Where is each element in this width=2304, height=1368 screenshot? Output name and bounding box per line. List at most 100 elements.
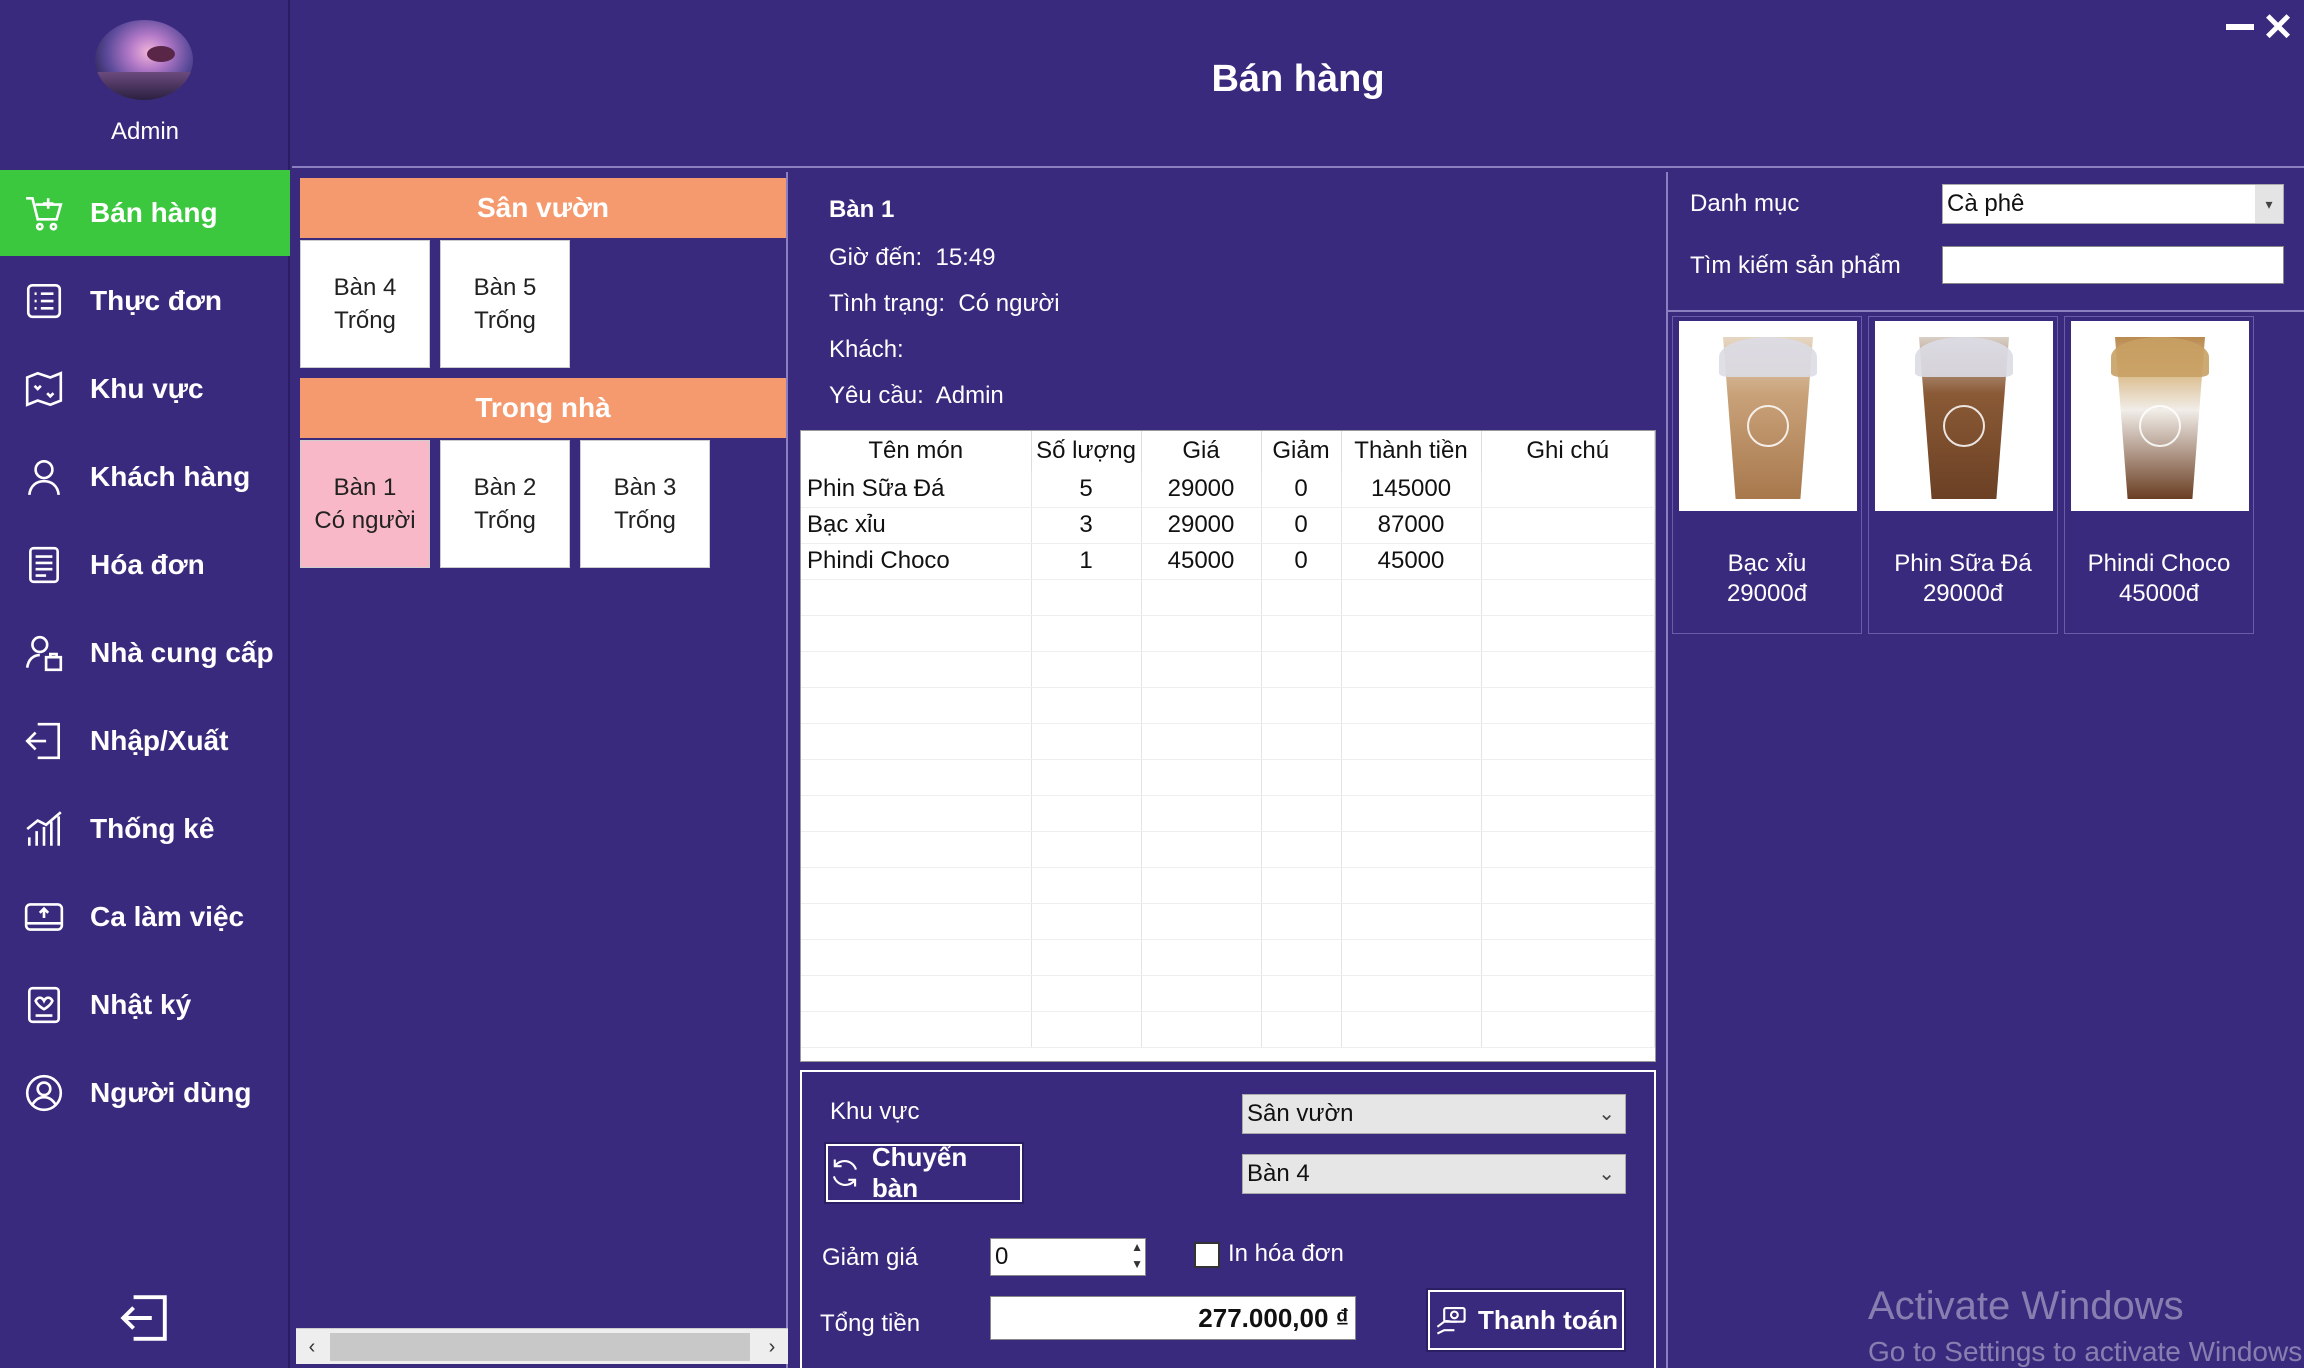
product-name: Bạc xỉu — [1727, 550, 1807, 577]
arrival-label: Giờ đến: — [829, 244, 923, 271]
chart-icon — [22, 807, 66, 851]
cell[interactable]: 5 — [1031, 471, 1142, 508]
cell[interactable] — [1481, 471, 1655, 508]
sidebar-item-nguoi-dung[interactable]: Người dùng — [0, 1050, 290, 1136]
product-label: Bạc xỉu 29000đ — [1673, 549, 1861, 609]
stepper-arrows-icon[interactable]: ▲ ▼ — [1131, 1239, 1143, 1273]
table-card-ban-1[interactable]: Bàn 1 Có người — [300, 440, 430, 568]
pay-button[interactable]: Thanh toán — [1426, 1288, 1626, 1352]
cell[interactable]: 0 — [1261, 543, 1342, 580]
table-row[interactable]: Phin Sữa Đá 5 29000 0 145000 — [801, 471, 1655, 508]
scroll-right-icon[interactable]: › — [756, 1331, 788, 1363]
product-card-phin-sua-da[interactable]: Phin Sữa Đá 29000đ — [1868, 316, 2058, 634]
avatar[interactable] — [95, 20, 193, 100]
transfer-table-select[interactable]: Bàn 4 ⌄ — [1242, 1154, 1626, 1194]
column-header[interactable]: Ghi chú — [1481, 431, 1655, 471]
table-row[interactable]: Phindi Choco 1 45000 0 45000 — [801, 543, 1655, 580]
column-header[interactable]: Giảm — [1261, 431, 1342, 471]
product-price: 45000đ — [2118, 580, 2200, 607]
cell[interactable]: Phin Sữa Đá — [801, 471, 1032, 508]
scroll-thumb[interactable] — [330, 1333, 750, 1361]
sidebar-item-nhat-ky[interactable]: Nhật ký — [0, 962, 290, 1048]
product-label: Phin Sữa Đá 29000đ — [1869, 549, 2057, 609]
sidebar-item-ban-hang[interactable]: Bán hàng — [0, 170, 290, 256]
sidebar-item-ca-lam-viec[interactable]: Ca làm việc — [0, 874, 290, 960]
divider — [1668, 310, 2304, 312]
sidebar-item-khu-vuc[interactable]: Khu vực — [0, 346, 290, 432]
sidebar-item-label: Nhập/Xuất — [90, 725, 229, 756]
order-request: Yêu cầu: Admin — [829, 382, 1004, 410]
total-field: 277.000,00 ₫ — [990, 1296, 1356, 1340]
product-label: Phindi Choco 45000đ — [2065, 549, 2253, 609]
cell[interactable]: 87000 — [1341, 507, 1482, 544]
table-status: Trống — [334, 307, 396, 334]
column-header[interactable]: Số lượng — [1031, 431, 1142, 471]
shift-icon — [22, 895, 66, 939]
empty-row — [801, 615, 1655, 652]
status-value: Có người — [958, 290, 1060, 317]
print-invoice-checkbox[interactable] — [1194, 1242, 1220, 1268]
sidebar-item-hoa-don[interactable]: Hóa đơn — [0, 522, 290, 608]
cell[interactable]: 45000 — [1141, 543, 1262, 580]
table-card-ban-5[interactable]: Bàn 5 Trống — [440, 240, 570, 368]
empty-row — [801, 939, 1655, 976]
close-icon[interactable]: ✕ — [2262, 9, 2294, 47]
transfer-area-label: Khu vực — [830, 1098, 920, 1125]
table-card-ban-3[interactable]: Bàn 3 Trống — [580, 440, 710, 568]
cell[interactable]: 29000 — [1141, 471, 1262, 508]
print-invoice-label: In hóa đơn — [1228, 1240, 1344, 1267]
table-card-ban-2[interactable]: Bàn 2 Trống — [440, 440, 570, 568]
chevron-down-icon: ▾ — [2255, 185, 2283, 223]
order-items-grid[interactable]: Tên món Số lượng Giá Giảm Thành tiền Ghi… — [800, 430, 1656, 1062]
person-icon — [22, 455, 66, 499]
discount-stepper[interactable]: 0 ▲ ▼ — [990, 1238, 1146, 1276]
table-status: Trống — [614, 507, 676, 534]
table-status: Trống — [474, 307, 536, 334]
product-image — [2071, 321, 2249, 511]
empty-row — [801, 831, 1655, 868]
cell[interactable]: 45000 — [1341, 543, 1482, 580]
cell[interactable] — [1481, 507, 1655, 544]
empty-row — [801, 867, 1655, 904]
transfer-area-select[interactable]: Sân vườn ⌄ — [1242, 1094, 1626, 1134]
product-search-input[interactable] — [1942, 246, 2284, 284]
scroll-left-icon[interactable]: ‹ — [296, 1331, 328, 1363]
map-icon — [22, 367, 66, 411]
product-image — [1875, 321, 2053, 511]
table-row[interactable]: Bạc xỉu 3 29000 0 87000 — [801, 507, 1655, 544]
sidebar-item-nha-cung-cap[interactable]: Nhà cung cấp — [0, 610, 290, 696]
minimize-icon[interactable] — [2226, 22, 2254, 32]
cell[interactable]: 0 — [1261, 471, 1342, 508]
page-title: Bán hàng — [1211, 58, 1385, 100]
logout-icon[interactable] — [118, 1292, 170, 1344]
cell[interactable]: 0 — [1261, 507, 1342, 544]
sidebar-item-thuc-don[interactable]: Thực đơn — [0, 258, 290, 344]
order-status: Tình trạng: Có người — [829, 290, 1060, 318]
product-search-label: Tìm kiếm sản phẩm — [1690, 252, 1901, 279]
product-card-bac-xiu[interactable]: Bạc xỉu 29000đ — [1672, 316, 1862, 634]
transfer-table-button[interactable]: Chuyển bàn — [824, 1142, 1024, 1204]
column-header[interactable]: Tên món — [801, 431, 1032, 471]
cell[interactable]: Phindi Choco — [801, 543, 1032, 580]
cell[interactable] — [1481, 543, 1655, 580]
cell[interactable]: 145000 — [1341, 471, 1482, 508]
import-export-icon — [22, 719, 66, 763]
sidebar-item-label: Ca làm việc — [90, 901, 245, 932]
column-header[interactable]: Thành tiền — [1341, 431, 1482, 471]
category-select[interactable]: Cà phê ▾ — [1942, 184, 2284, 224]
horizontal-scrollbar[interactable]: ‹ › — [296, 1328, 788, 1364]
sidebar-item-thong-ke[interactable]: Thống kê — [0, 786, 290, 872]
sidebar-item-khach-hang[interactable]: Khách hàng — [0, 434, 290, 520]
table-card-ban-4[interactable]: Bàn 4 Trống — [300, 240, 430, 368]
customer-label: Khách: — [829, 336, 904, 363]
payment-icon — [1436, 1307, 1466, 1335]
cell[interactable]: 3 — [1031, 507, 1142, 544]
column-header[interactable]: Giá — [1141, 431, 1262, 471]
request-value: Admin — [935, 382, 1004, 409]
sidebar-item-nhap-xuat[interactable]: Nhập/Xuất — [0, 698, 290, 784]
user-circle-icon — [22, 1071, 66, 1115]
cell[interactable]: 29000 — [1141, 507, 1262, 544]
cell[interactable]: Bạc xỉu — [801, 507, 1032, 544]
product-card-phindi-choco[interactable]: Phindi Choco 45000đ — [2064, 316, 2254, 634]
cell[interactable]: 1 — [1031, 543, 1142, 580]
